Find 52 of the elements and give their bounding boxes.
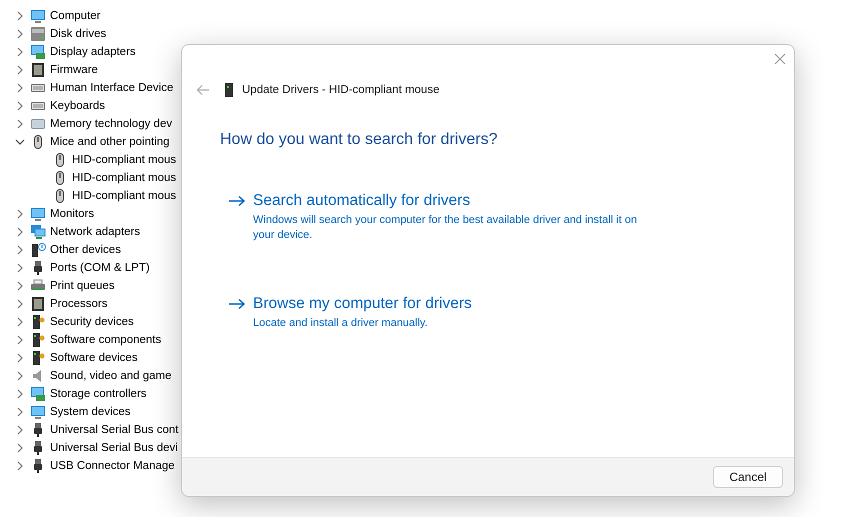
tower-icon xyxy=(30,314,46,330)
tree-item[interactable]: HID-compliant mous xyxy=(72,154,176,166)
adapter-icon xyxy=(30,386,46,402)
tree-item[interactable]: Sound, video and game xyxy=(50,370,172,382)
tree-item[interactable]: USB Connector Manage xyxy=(50,460,175,472)
arrow-icon xyxy=(228,195,246,207)
close-icon[interactable] xyxy=(774,53,786,65)
monitor-icon xyxy=(30,404,46,420)
tree-item[interactable]: Display adapters xyxy=(50,46,136,58)
network-icon xyxy=(30,224,46,240)
card-icon xyxy=(30,116,46,132)
tree-item[interactable]: Memory technology dev xyxy=(50,118,172,130)
tower-icon xyxy=(30,332,46,348)
tree-item[interactable]: Ports (COM & LPT) xyxy=(50,262,150,274)
option-description: Locate and install a driver manually. xyxy=(253,316,429,331)
drive-icon xyxy=(30,26,46,42)
back-icon[interactable] xyxy=(196,84,210,96)
tree-item[interactable]: Universal Serial Bus devi xyxy=(50,442,178,454)
adapter-icon xyxy=(30,44,46,60)
tree-item[interactable]: System devices xyxy=(50,406,131,418)
tree-item[interactable]: Monitors xyxy=(50,208,94,220)
tree-item[interactable]: Storage controllers xyxy=(50,388,147,400)
device-question-icon xyxy=(30,242,46,258)
option-link[interactable]: Browse my computer for drivers xyxy=(228,295,794,313)
chip-icon xyxy=(30,296,46,312)
option-description: Windows will search your computer for the best available driver and install it on your device. xyxy=(253,213,638,243)
arrow-icon xyxy=(228,298,246,310)
monitor-icon xyxy=(30,8,46,24)
tree-item[interactable]: HID-compliant mous xyxy=(72,172,176,184)
tree-item[interactable]: Other devices xyxy=(50,244,121,256)
tower-icon xyxy=(224,83,234,97)
dialog-title: Update Drivers - HID-compliant mouse xyxy=(242,84,440,96)
tree-item[interactable]: Computer xyxy=(50,10,100,22)
tree-item[interactable]: Print queues xyxy=(50,280,115,292)
chip-icon xyxy=(30,62,46,78)
tree-item[interactable]: Human Interface Device xyxy=(50,82,174,94)
option-link[interactable]: Search automatically for drivers xyxy=(228,192,794,210)
tree-item[interactable]: Firmware xyxy=(50,64,98,76)
dialog-heading: How do you want to search for drivers? xyxy=(220,131,498,149)
tree-item[interactable]: Processors xyxy=(50,298,108,310)
tower-icon xyxy=(30,350,46,366)
tree-item[interactable]: Mice and other pointing xyxy=(50,136,170,148)
monitor-icon xyxy=(30,206,46,222)
tree-item[interactable]: Software devices xyxy=(50,352,138,364)
tree-item[interactable]: HID-compliant mous xyxy=(72,190,176,202)
tree-item[interactable]: Network adapters xyxy=(50,226,140,238)
tree-item[interactable]: Security devices xyxy=(50,316,134,328)
tree-item[interactable]: Keyboards xyxy=(50,100,105,112)
tree-item[interactable]: Disk drives xyxy=(50,28,106,40)
cancel-button[interactable]: Cancel xyxy=(713,466,783,488)
tree-item[interactable]: Software components xyxy=(50,334,162,346)
tree-item[interactable]: Universal Serial Bus cont xyxy=(50,424,178,436)
